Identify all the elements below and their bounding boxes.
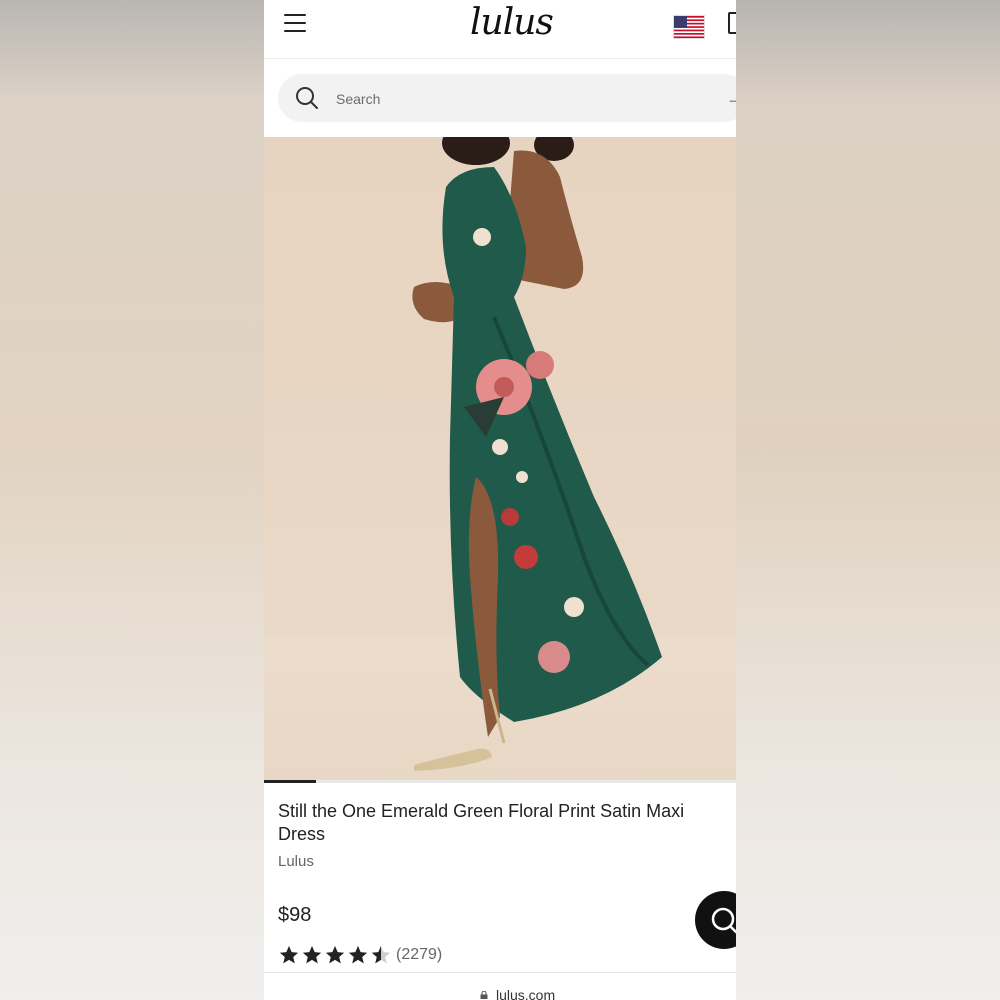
review-count[interactable]: (2279) — [396, 946, 442, 964]
star-full-icon — [348, 945, 368, 964]
us-flag-icon[interactable] — [673, 15, 705, 39]
product-brand[interactable]: Lulus — [278, 853, 314, 870]
lock-icon — [480, 991, 488, 999]
star-half-icon — [371, 945, 391, 964]
url-text: lulus.com — [496, 987, 556, 1000]
chat-search-icon — [711, 907, 736, 934]
star-full-icon — [302, 945, 322, 964]
browser-url-bar[interactable]: lulus.com — [264, 972, 736, 1000]
product-price: $98 — [278, 904, 312, 926]
star-full-icon — [279, 945, 299, 964]
product-image[interactable] — [264, 137, 736, 782]
carousel-indicator — [264, 780, 316, 783]
product-title: Still the One Emerald Green Floral Print… — [278, 801, 685, 844]
model-in-dress-illustration — [412, 137, 662, 771]
star-full-icon — [325, 945, 345, 964]
background-right-blur — [736, 0, 1000, 1000]
search-icon[interactable] — [294, 85, 320, 111]
arrow-right-icon[interactable]: → — [726, 88, 736, 109]
chat-button[interactable] — [695, 891, 736, 949]
site-logo[interactable]: lulus — [470, 2, 554, 43]
carousel-progress — [264, 780, 736, 783]
site-header: lulus — [264, 0, 736, 59]
background-left-blur — [0, 0, 264, 1000]
product-rating[interactable]: (2279) — [278, 942, 442, 968]
star-rating — [278, 944, 393, 966]
hamburger-menu-icon[interactable] — [284, 14, 306, 32]
search-input[interactable] — [334, 86, 698, 112]
phone-screen: lulus → — [264, 0, 736, 1000]
search-bar[interactable]: → — [278, 74, 736, 122]
shopping-bag-icon[interactable] — [728, 12, 736, 34]
